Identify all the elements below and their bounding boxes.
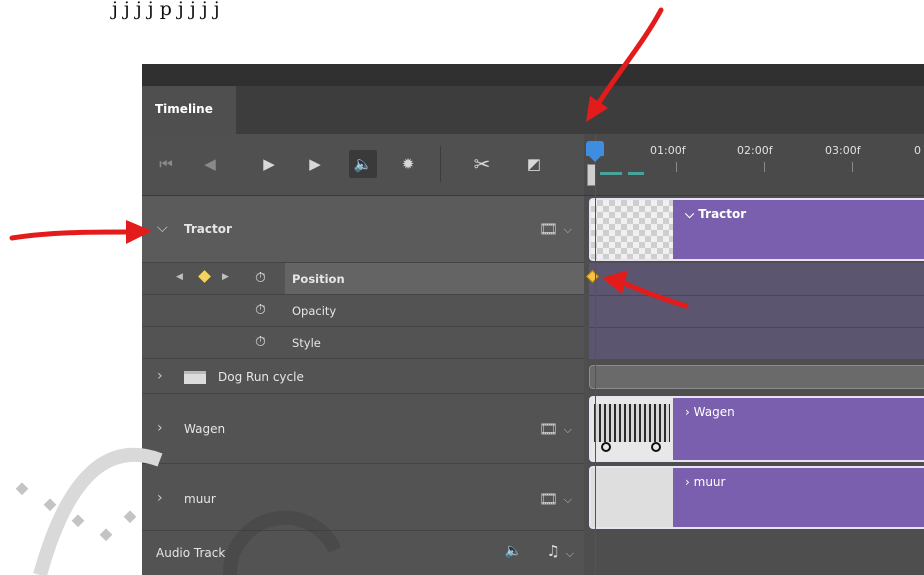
annotation-arrows (9, 7, 689, 309)
